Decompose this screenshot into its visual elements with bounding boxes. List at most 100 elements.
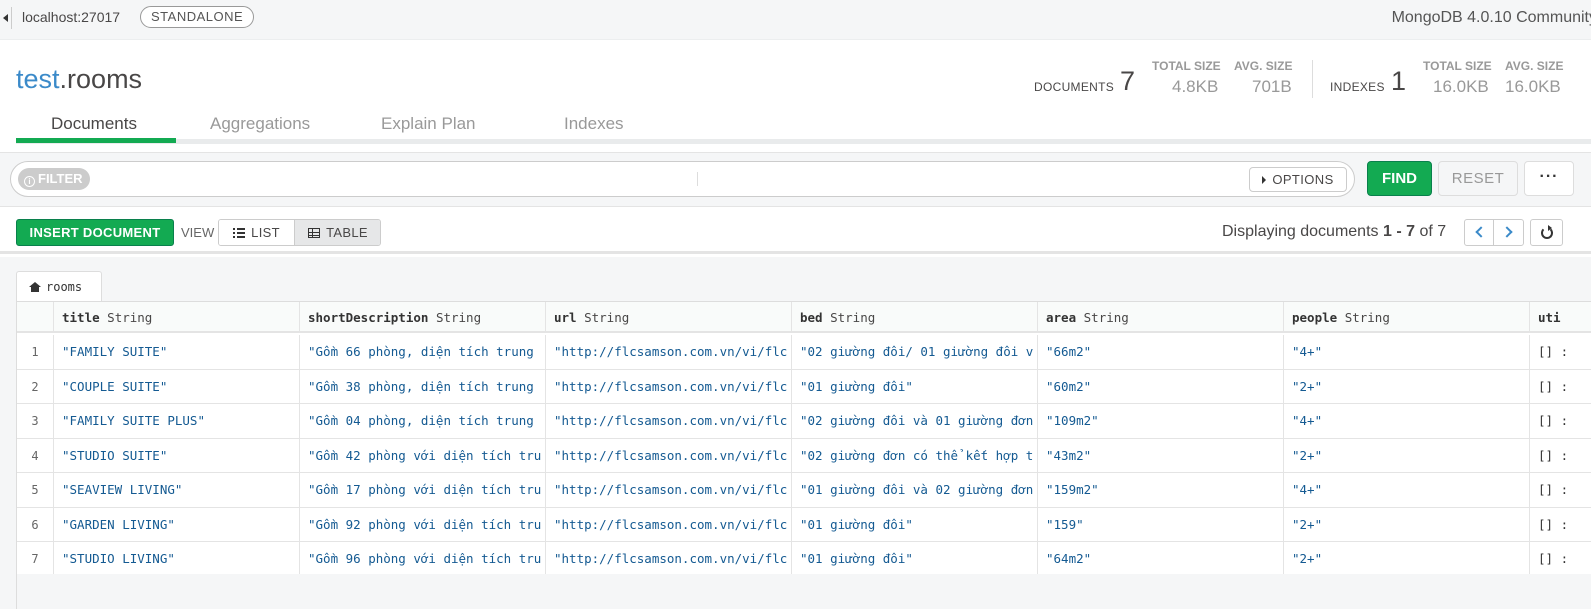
idx-avg-size-label: AVG. SIZE: [1505, 59, 1564, 73]
table-row[interactable]: 5 "SEAVIEW LIVING" "Gồm 17 phòng với diện …: [17, 473, 1591, 508]
column-header-shortdescription[interactable]: shortDescription String: [300, 302, 546, 333]
column-header-people[interactable]: people String: [1284, 302, 1530, 333]
cell-uti[interactable]: [] :: [1530, 508, 1591, 542]
cell-area[interactable]: "159m2": [1038, 473, 1284, 507]
cell-shortdescription[interactable]: "Gồm 92 phòng với diện tích tru: [300, 507, 546, 542]
cell-people[interactable]: "2+": [1284, 507, 1530, 542]
table-row[interactable]: 4 "STUDIO SUITE" "Gồm 42 phòng với diện tí…: [17, 438, 1591, 473]
collapse-sidebar-icon[interactable]: [0, 7, 12, 29]
cell-shortdescription[interactable]: "Gồm 42 phòng với diện tích tru: [300, 438, 546, 473]
cell-url[interactable]: "http://flcsamson.com.vn/vi/flc: [546, 507, 792, 542]
cell-bed[interactable]: "02 giường đôi và 01 giường đơn: [792, 404, 1038, 438]
row-index: 6: [17, 507, 54, 542]
cell-url[interactable]: "http://flcsamson.com.vn/vi/flc: [546, 473, 792, 507]
row-index: 4: [17, 438, 54, 473]
cell-area[interactable]: "66m2": [1038, 335, 1284, 369]
cell-bed[interactable]: "02 giường đôi/ 01 giường đôi v: [792, 335, 1038, 369]
cell-title[interactable]: "STUDIO LIVING": [54, 542, 300, 574]
info-icon: i: [24, 176, 35, 187]
cell-title[interactable]: "FAMILY SUITE": [54, 335, 300, 369]
table-row[interactable]: 2 "COUPLE SUITE" "Gồm 38 phòng, diện tích …: [17, 369, 1591, 404]
column-header-bed[interactable]: bed String: [792, 302, 1038, 333]
cell-title[interactable]: "COUPLE SUITE": [54, 369, 300, 404]
cell-title[interactable]: "STUDIO SUITE": [54, 438, 300, 473]
cell-shortdescription[interactable]: "Gồm 96 phòng với diện tích tru: [300, 542, 546, 574]
cell-area[interactable]: "159": [1038, 507, 1284, 542]
cell-title[interactable]: "SEAVIEW LIVING": [54, 473, 300, 507]
cell-people[interactable]: "2+": [1284, 438, 1530, 473]
server-version: MongoDB 4.0.10 Community: [1391, 9, 1591, 26]
doc-total-size: 4.8KB: [1172, 77, 1219, 96]
table-icon: [308, 228, 321, 238]
cell-uti[interactable]: [] :: [1530, 404, 1591, 438]
top-bar: localhost:27017 STANDALONE MongoDB 4.0.1…: [0, 0, 1591, 40]
cell-area[interactable]: "43m2": [1038, 438, 1284, 473]
column-header-title[interactable]: title String: [54, 302, 300, 333]
doc-total-size-label: TOTAL SIZE: [1152, 59, 1221, 73]
filter-pill: i FILTER: [18, 168, 90, 190]
cell-title[interactable]: "GARDEN LIVING": [54, 507, 300, 542]
cell-people[interactable]: "4+": [1284, 473, 1530, 507]
cell-shortdescription[interactable]: "Gồm 66 phòng, diện tích trung: [300, 335, 546, 369]
filter-box[interactable]: i FILTER OPTIONS: [10, 161, 1355, 197]
cell-people[interactable]: "2+": [1284, 542, 1530, 574]
doc-avg-size: 701B: [1252, 77, 1292, 96]
tab-documents[interactable]: Documents: [51, 114, 137, 134]
find-button[interactable]: FIND: [1367, 161, 1432, 196]
breadcrumb[interactable]: rooms: [16, 271, 102, 302]
column-header-url[interactable]: url String: [546, 302, 792, 333]
documents-table: title String shortDescription String url S…: [16, 301, 1591, 574]
list-view-button[interactable]: LIST: [219, 220, 295, 245]
more-options-button[interactable]: ···: [1524, 161, 1574, 196]
view-label: VIEW: [181, 225, 215, 240]
tab-aggregations[interactable]: Aggregations: [210, 114, 310, 134]
cell-shortdescription[interactable]: "Gồm 38 phòng, diện tích trung: [300, 369, 546, 404]
cell-bed[interactable]: "02 giường đơn có thể kết hợp t: [792, 438, 1038, 473]
column-header-area[interactable]: area String: [1038, 302, 1284, 333]
table-row[interactable]: 3 "FAMILY SUITE PLUS" "Gồm 04 phòng, diện …: [17, 404, 1591, 439]
row-index: 2: [17, 369, 54, 404]
refresh-button[interactable]: [1530, 219, 1563, 246]
table-view-button[interactable]: TABLE: [295, 220, 380, 245]
cell-area[interactable]: "64m2": [1038, 542, 1284, 574]
cell-uti[interactable]: [] :: [1530, 542, 1591, 574]
cell-url[interactable]: "http://flcsamson.com.vn/vi/flc: [546, 369, 792, 404]
cell-people[interactable]: "4+": [1284, 335, 1530, 369]
reset-button[interactable]: RESET: [1438, 161, 1518, 196]
tab-indexes[interactable]: Indexes: [564, 114, 624, 134]
cell-bed[interactable]: "01 giường đôi": [792, 369, 1038, 404]
cell-uti[interactable]: [] :: [1530, 370, 1591, 404]
cell-shortdescription[interactable]: "Gồm 04 phòng, diện tích trung: [300, 404, 546, 438]
cell-url[interactable]: "http://flcsamson.com.vn/vi/flc: [546, 438, 792, 473]
cell-url[interactable]: "http://flcsamson.com.vn/vi/flc: [546, 404, 792, 438]
previous-page-button[interactable]: [1465, 220, 1494, 245]
cell-url[interactable]: "http://flcsamson.com.vn/vi/flc: [546, 335, 792, 369]
table-row[interactable]: 7 "STUDIO LIVING" "Gồm 96 phòng với diện t…: [17, 542, 1591, 574]
cell-uti[interactable]: [] :: [1530, 335, 1591, 369]
cell-people[interactable]: "4+": [1284, 404, 1530, 438]
row-index: 7: [17, 542, 54, 574]
cell-bed[interactable]: "01 giường đôi": [792, 507, 1038, 542]
database-name[interactable]: test: [16, 64, 60, 94]
cell-area[interactable]: "60m2": [1038, 369, 1284, 404]
stats-divider: [1312, 60, 1313, 98]
list-icon: [233, 228, 246, 238]
cell-shortdescription[interactable]: "Gồm 17 phòng với diện tích tru: [300, 473, 546, 507]
cell-url[interactable]: "http://flcsamson.com.vn/vi/flc: [546, 542, 792, 574]
cell-uti[interactable]: [] :: [1530, 439, 1591, 473]
cell-people[interactable]: "2+": [1284, 369, 1530, 404]
table-row[interactable]: 1 "FAMILY SUITE" "Gồm 66 phòng, diện tích …: [17, 335, 1591, 370]
tab-explain-plan[interactable]: Explain Plan: [381, 114, 476, 134]
cell-area[interactable]: "109m2": [1038, 404, 1284, 438]
options-button[interactable]: OPTIONS: [1249, 167, 1347, 192]
cell-title[interactable]: "FAMILY SUITE PLUS": [54, 404, 300, 438]
cell-uti[interactable]: [] :: [1530, 473, 1591, 507]
column-header-uti[interactable]: uti: [1530, 302, 1591, 333]
filter-input[interactable]: [111, 163, 1241, 195]
doc-avg-size-label: AVG. SIZE: [1234, 59, 1293, 73]
insert-document-button[interactable]: INSERT DOCUMENT: [16, 219, 174, 246]
next-page-button[interactable]: [1495, 220, 1524, 245]
cell-bed[interactable]: "01 giường đôi và 02 giường đơn: [792, 473, 1038, 507]
cell-bed[interactable]: "01 giường đôi": [792, 542, 1038, 574]
table-row[interactable]: 6 "GARDEN LIVING" "Gồm 92 phòng với diện t…: [17, 507, 1591, 542]
